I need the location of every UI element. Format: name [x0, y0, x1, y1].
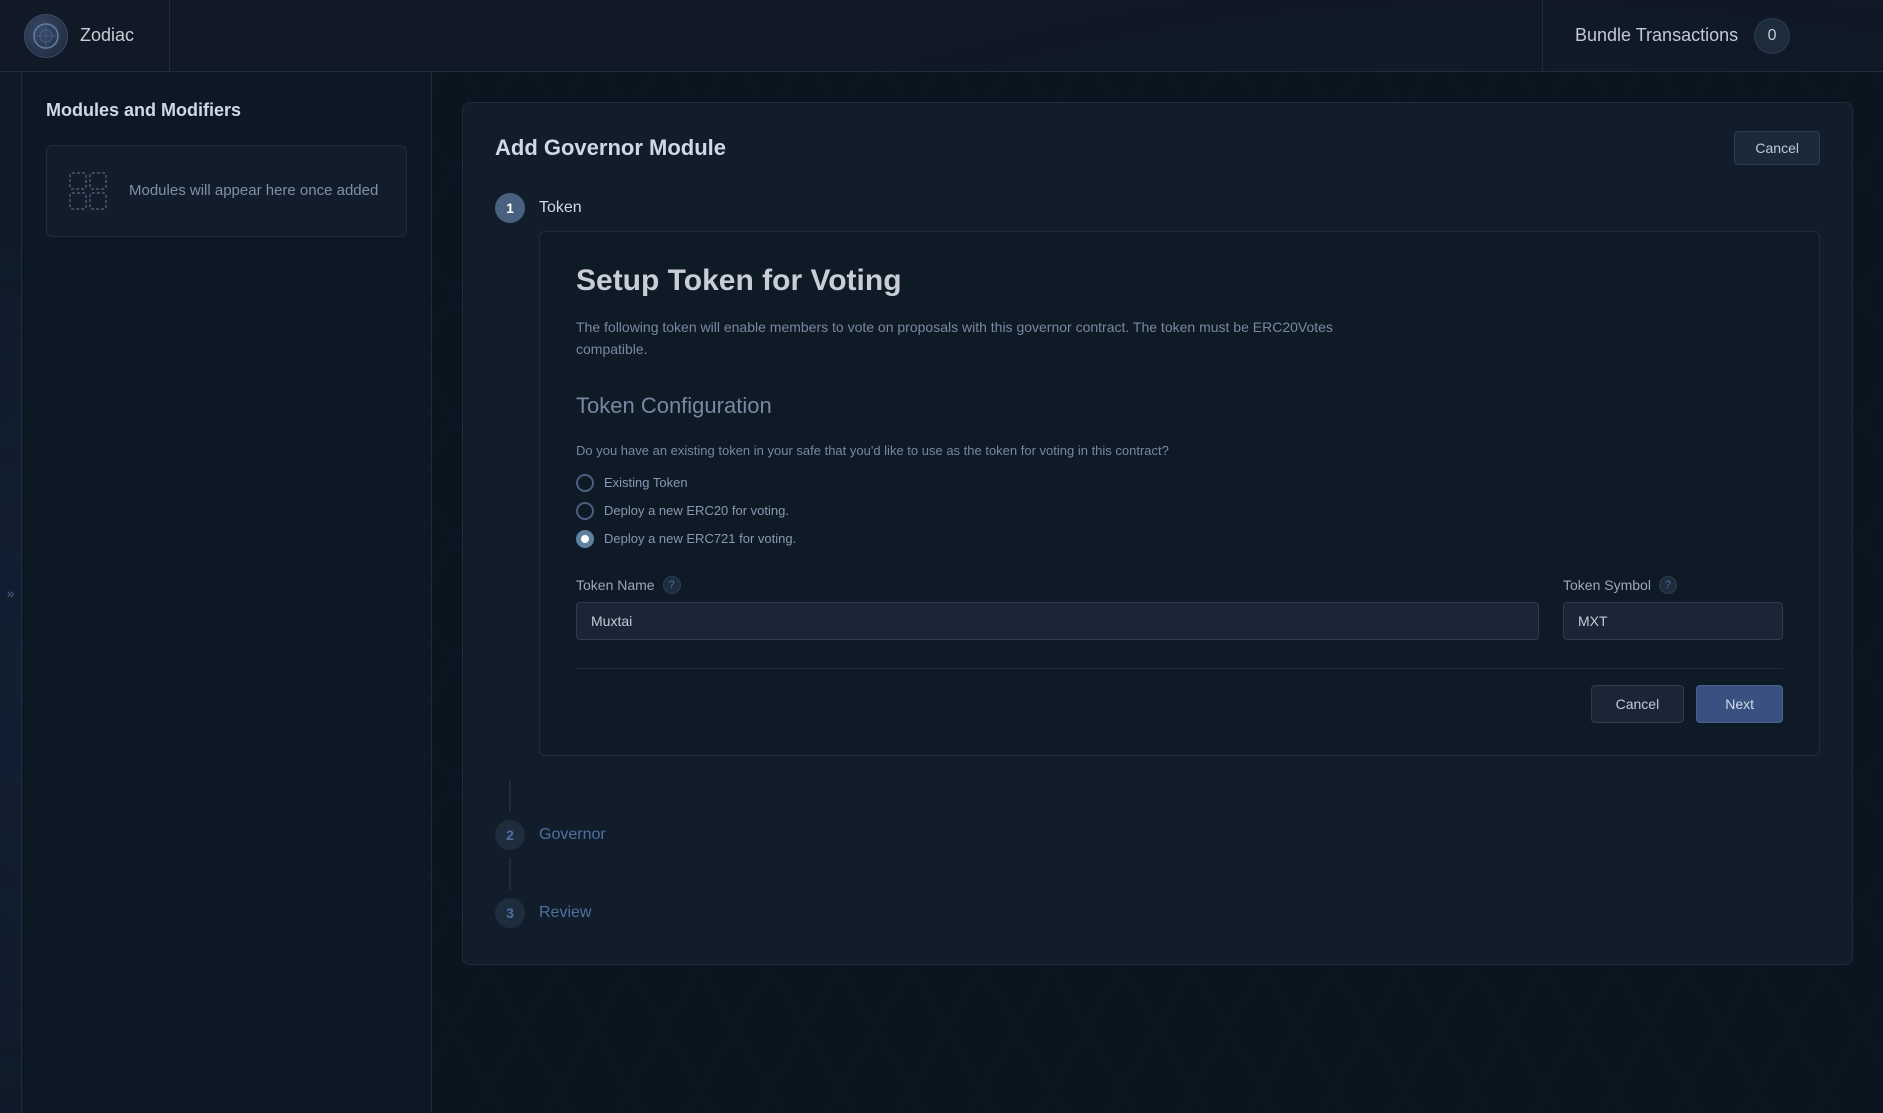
radio-existing-token[interactable]: Existing Token — [576, 474, 1783, 492]
main-content: Add Governor Module Cancel 1 Token Setup… — [432, 72, 1883, 1113]
left-panel: Modules and Modifiers Modules will appea… — [22, 72, 432, 1113]
main-layout: » Modules and Modifiers Modules will app… — [0, 72, 1883, 1113]
token-name-input[interactable] — [576, 602, 1539, 640]
empty-modules-text: Modules will appear here once added — [129, 180, 378, 203]
token-name-field: Token Name ? — [576, 576, 1539, 640]
bundle-transactions-label: Bundle Transactions — [1575, 25, 1738, 46]
bundle-transactions-section[interactable]: Bundle Transactions 0 — [1543, 0, 1883, 71]
governor-panel: Add Governor Module Cancel 1 Token Setup… — [462, 102, 1853, 965]
logo-section[interactable]: Zodiac — [0, 0, 170, 71]
step-1-number: 1 — [495, 193, 525, 223]
cancel-top-button[interactable]: Cancel — [1734, 131, 1820, 165]
token-setup-card: Setup Token for Voting The following tok… — [539, 231, 1820, 756]
zodiac-logo-icon — [24, 14, 68, 58]
token-config-title: Token Configuration — [576, 393, 1783, 419]
step-2: 2 Governor — [495, 820, 1820, 858]
token-setup-title: Setup Token for Voting — [576, 264, 1783, 298]
token-name-label: Token Name — [576, 577, 655, 593]
token-symbol-label: Token Symbol — [1563, 577, 1651, 593]
bundle-transactions-count: 0 — [1754, 18, 1790, 54]
governor-panel-header: Add Governor Module Cancel — [495, 131, 1820, 165]
top-nav: Zodiac Bundle Transactions 0 — [0, 0, 1883, 72]
step-3: 3 Review — [495, 898, 1820, 936]
step-connector-2-3 — [509, 858, 511, 890]
token-symbol-input[interactable] — [1563, 602, 1783, 640]
empty-modules-icon — [63, 166, 113, 216]
token-symbol-field: Token Symbol ? — [1563, 576, 1783, 640]
radio-group: Existing Token Deploy a new ERC20 for vo… — [576, 474, 1783, 548]
step-3-header: 3 Review — [495, 898, 1820, 928]
panel-title: Modules and Modifiers — [46, 100, 407, 121]
governor-panel-title: Add Governor Module — [495, 135, 726, 161]
steps-container: 1 Token Setup Token for Voting The follo… — [495, 193, 1820, 936]
token-config-question: Do you have an existing token in your sa… — [576, 443, 1783, 458]
sidebar-toggle[interactable]: » — [0, 72, 22, 1113]
toggle-icon: » — [7, 585, 15, 601]
radio-erc721-circle — [576, 530, 594, 548]
step-1-label: Token — [539, 199, 582, 217]
app-name: Zodiac — [80, 25, 134, 46]
token-symbol-help-icon[interactable]: ? — [1659, 576, 1677, 594]
empty-modules-card: Modules will appear here once added — [46, 145, 407, 237]
radio-existing-label: Existing Token — [604, 475, 688, 490]
radio-existing-circle — [576, 474, 594, 492]
step-3-number: 3 — [495, 898, 525, 928]
form-row: Token Name ? Token Symbol ? — [576, 576, 1783, 640]
step-2-number: 2 — [495, 820, 525, 850]
token-setup-description: The following token will enable members … — [576, 316, 1396, 361]
radio-erc721[interactable]: Deploy a new ERC721 for voting. — [576, 530, 1783, 548]
step-1-header: 1 Token — [495, 193, 1820, 223]
radio-erc20[interactable]: Deploy a new ERC20 for voting. — [576, 502, 1783, 520]
nav-center — [170, 0, 1543, 71]
radio-erc721-label: Deploy a new ERC721 for voting. — [604, 531, 796, 546]
step-1: 1 Token Setup Token for Voting The follo… — [495, 193, 1820, 780]
radio-erc20-label: Deploy a new ERC20 for voting. — [604, 503, 789, 518]
step-connector-1-2 — [509, 780, 511, 812]
action-row: Cancel Next — [576, 668, 1783, 723]
step-2-label: Governor — [539, 826, 606, 844]
token-symbol-label-row: Token Symbol ? — [1563, 576, 1783, 594]
cancel-button[interactable]: Cancel — [1591, 685, 1685, 723]
radio-erc20-circle — [576, 502, 594, 520]
next-button[interactable]: Next — [1696, 685, 1783, 723]
step-3-label: Review — [539, 904, 591, 922]
token-name-label-row: Token Name ? — [576, 576, 1539, 594]
token-name-help-icon[interactable]: ? — [663, 576, 681, 594]
step-2-header: 2 Governor — [495, 820, 1820, 850]
